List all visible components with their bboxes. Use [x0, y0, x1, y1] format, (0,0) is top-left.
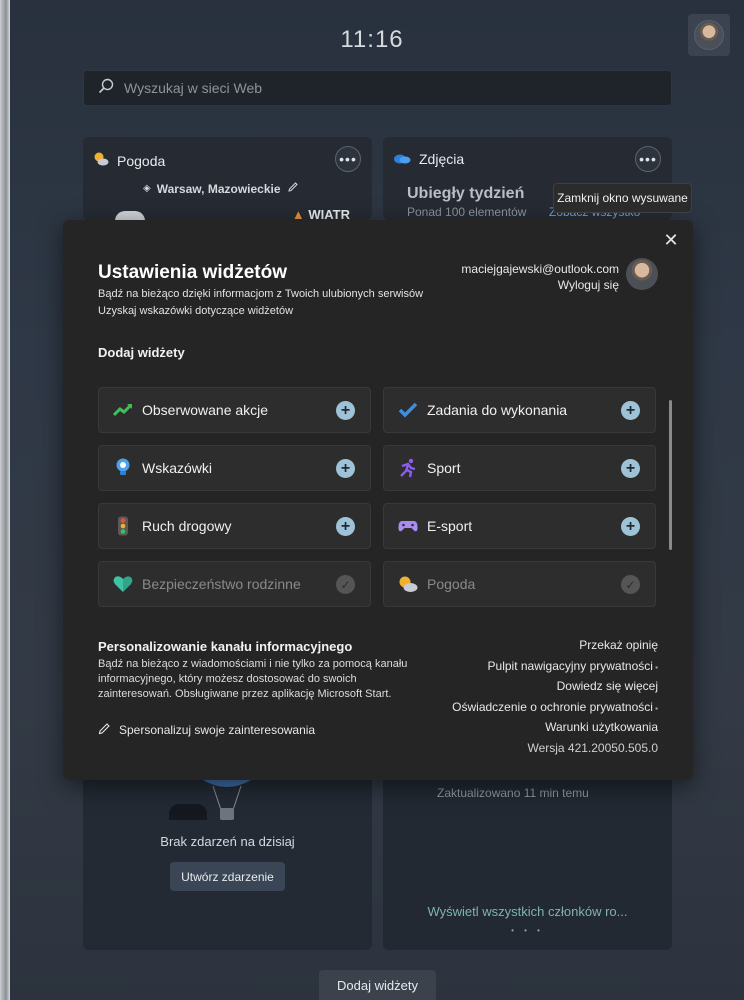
web-search-box[interactable] [83, 70, 672, 106]
weather-sun-icon [93, 151, 109, 170]
sport-runner-icon [398, 458, 418, 478]
widget-tile-label: Obserwowane akcje [142, 402, 269, 418]
widget-tile-stocks[interactable]: Obserwowane akcje + [98, 387, 371, 433]
search-input[interactable] [124, 80, 644, 96]
add-widgets-button[interactable]: Dodaj widżety [319, 970, 436, 1000]
onedrive-cloud-icon [393, 151, 411, 167]
privacy-statement-link[interactable]: Oświadczenie o ochronie prywatności [452, 700, 658, 722]
search-icon [98, 78, 114, 99]
feed-description: Bądź na bieżąco z wiadomościami i nie ty… [98, 658, 408, 700]
weather-card[interactable]: Pogoda ••• ◈ Warsaw, Mazowieckie ▲ WIATR [83, 137, 372, 225]
create-event-button[interactable]: Utwórz zdarzenie [170, 862, 285, 891]
board-clock: 11:16 [340, 26, 404, 53]
family-heart-icon [113, 574, 133, 594]
widget-tile-label: Wskazówki [142, 460, 213, 476]
add-widget-plus-icon[interactable]: + [621, 401, 640, 420]
photos-more-button[interactable]: ••• [635, 146, 661, 172]
feed-heading: Personalizowanie kanału informacyjnego [98, 639, 353, 654]
widget-tile-label: E-sport [427, 518, 473, 534]
widget-tile-label: Zadania do wykonania [427, 402, 568, 418]
widget-tile-sport[interactable]: Sport + [383, 445, 656, 491]
edit-pencil-icon[interactable] [287, 181, 299, 196]
dialog-subtitle: Bądź na bieżąco dzięki informacjom z Two… [98, 288, 424, 300]
cloud-illustration [169, 804, 207, 820]
widgets-scrollbar[interactable] [669, 400, 672, 550]
add-widget-plus-icon[interactable]: + [336, 401, 355, 420]
widget-tips-link[interactable]: Uzyskaj wskazówki dotyczące widżetów [98, 305, 293, 317]
logout-link[interactable]: Wyloguj się [558, 278, 619, 292]
traffic-light-icon [113, 516, 133, 536]
account-email: maciejgajewski@outlook.com [461, 262, 619, 276]
stocks-icon [113, 400, 133, 420]
hot-air-balloon-illustration [199, 780, 255, 822]
widget-tile-tips[interactable]: Wskazówki + [98, 445, 371, 491]
gamepad-icon [398, 516, 418, 536]
dialog-title: Ustawienia widżetów [98, 262, 287, 283]
updated-time-text: Zaktualizowano 11 min temu [437, 786, 589, 800]
privacy-dashboard-link[interactable]: Pulpit nawigacyjny prywatności [452, 659, 658, 681]
widget-added-check-icon: ✓ [621, 575, 640, 594]
close-flyout-tooltip: Zamknij okno wysuwane [553, 183, 692, 213]
edit-pencil-icon [98, 722, 111, 738]
widget-settings-dialog: ✕ Ustawienia widżetów Bądź na bieżąco dz… [63, 220, 693, 780]
add-widget-plus-icon[interactable]: + [621, 517, 640, 536]
add-widget-plus-icon[interactable]: + [621, 459, 640, 478]
personalize-interests-label: Spersonalizuj swoje zainteresowania [119, 723, 316, 737]
weather-sun-icon [398, 574, 418, 594]
version-label: Wersja 421.20050.505.0 [527, 740, 658, 755]
weather-more-button[interactable]: ••• [335, 146, 361, 172]
tips-bulb-icon [113, 458, 133, 478]
widget-tile-label: Pogoda [427, 576, 476, 592]
no-events-text: Brak zdarzeń na dzisiaj [160, 834, 295, 849]
close-icon[interactable]: ✕ [661, 230, 681, 250]
learn-more-link[interactable]: Dowiedz się więcej [452, 680, 658, 701]
photos-card-title: Zdjęcia [419, 151, 465, 167]
feedback-link[interactable]: Przekaż opinię [452, 639, 658, 660]
personalize-interests-link[interactable]: Spersonalizuj swoje zainteresowania [98, 722, 315, 738]
photos-heading: Ubiegły tydzień [407, 185, 525, 202]
page-indicator-dots[interactable]: • • • [383, 926, 672, 935]
widget-tile-esport[interactable]: E-sport + [383, 503, 656, 549]
board-profile-button[interactable] [688, 14, 730, 56]
terms-link[interactable]: Warunki użytkowania [452, 721, 658, 742]
calendar-card: Brak zdarzeń na dzisiaj Utwórz zdarzenie [83, 780, 372, 950]
location-icon: ◈ [143, 183, 151, 194]
widget-tile-label: Ruch drogowy [142, 518, 232, 534]
widget-tile-todo[interactable]: Zadania do wykonania + [383, 387, 656, 433]
family-card: Zaktualizowano 11 min temu Wyświetl wszy… [383, 780, 672, 950]
view-all-members-link[interactable]: Wyświetl wszystkich członków ro... [383, 904, 672, 919]
widget-tile-label: Bezpieczeństwo rodzinne [142, 576, 301, 592]
add-widget-plus-icon[interactable]: + [336, 517, 355, 536]
add-widget-plus-icon[interactable]: + [336, 459, 355, 478]
avatar [626, 258, 658, 290]
widget-tile-family-safety: Bezpieczeństwo rodzinne ✓ [98, 561, 371, 607]
widget-tile-traffic[interactable]: Ruch drogowy + [98, 503, 371, 549]
widget-tile-label: Sport [427, 460, 461, 476]
todo-check-icon [398, 400, 418, 420]
settings-links: Przekaż opinię Pulpit nawigacyjny prywat… [452, 639, 658, 762]
add-widgets-heading: Dodaj widżety [98, 345, 185, 360]
weather-card-title: Pogoda [117, 152, 166, 169]
widget-tile-weather: Pogoda ✓ [383, 561, 656, 607]
photos-subtitle: Ponad 100 elementów [407, 205, 527, 219]
weather-location: Warsaw, Mazowieckie [156, 181, 281, 196]
avatar [694, 20, 724, 50]
widget-added-check-icon: ✓ [336, 575, 355, 594]
